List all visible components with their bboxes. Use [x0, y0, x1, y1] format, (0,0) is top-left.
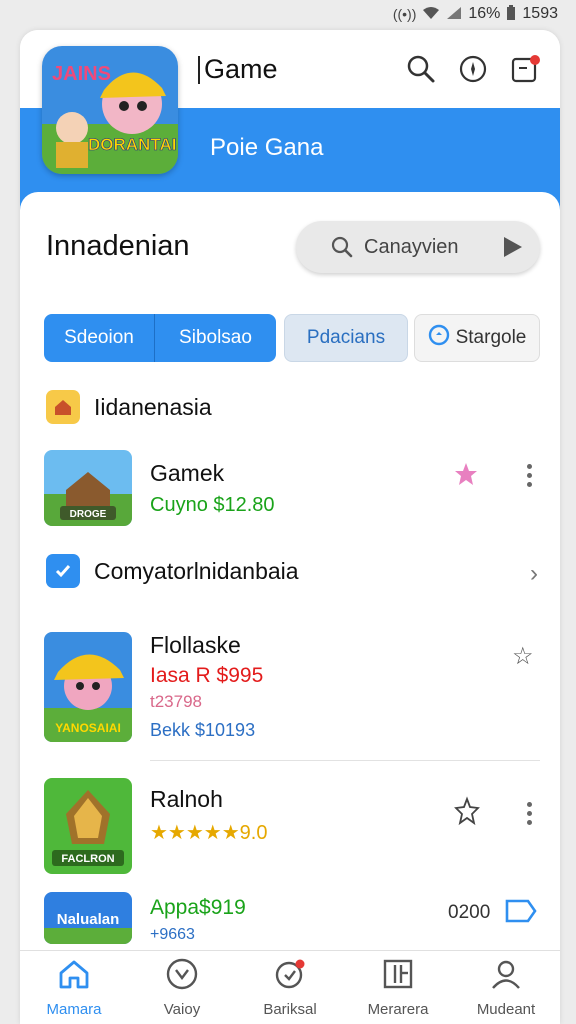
nav-item-profile[interactable]: Mudeant	[452, 951, 560, 1024]
search-label: Canayvien	[364, 235, 459, 258]
item-old-price-2: t23798	[150, 692, 202, 711]
category-label-2: Comyatorlnidanbaia	[94, 557, 299, 584]
search-button[interactable]: Canayvien	[296, 221, 540, 273]
user-icon	[489, 957, 523, 995]
pin-icon[interactable]	[452, 796, 482, 831]
search-icon	[330, 235, 354, 265]
svg-text:FACLRON: FACLRON	[61, 853, 114, 865]
battery-percent: 16%	[468, 5, 501, 22]
star-outline-icon[interactable]: ☆	[512, 642, 534, 671]
clock: 1593	[522, 5, 558, 22]
nav-label-4: Merarera	[367, 1001, 429, 1018]
tab-segment-4[interactable]: Stargole	[414, 314, 540, 362]
nav-item-home[interactable]: Mamara	[20, 951, 128, 1024]
chat-icon	[273, 957, 307, 995]
smile-icon	[165, 957, 199, 995]
item-thumbnail-2[interactable]: YANOSAIAI	[44, 632, 132, 742]
play-icon	[504, 237, 522, 257]
tab-segment-1[interactable]: Sdeoion	[44, 314, 154, 362]
item-price-1: Cuyno $12.80	[150, 494, 275, 516]
home-icon	[46, 390, 80, 424]
more-options-icon[interactable]	[524, 464, 534, 487]
item-rating-3: ★★★★★9.0	[150, 822, 268, 844]
item-name-1[interactable]: Gamek	[150, 460, 224, 487]
home-icon	[57, 957, 91, 995]
status-bar: ((•)) 16% 1593	[0, 0, 576, 28]
vibrate-icon: ((•))	[392, 6, 417, 22]
section-title: Innadenian	[46, 230, 190, 262]
grid-icon	[381, 957, 415, 995]
battery-icon	[506, 4, 516, 24]
nav-label-2: Vaioy	[163, 1001, 201, 1018]
item-sub-4: +9663	[150, 926, 195, 943]
nav-label-3: Bariksal	[263, 1001, 317, 1018]
banner-title: Poie Gana	[210, 134, 324, 161]
svg-text:YANOSAIAI: YANOSAIAI	[55, 721, 121, 735]
notification-icon[interactable]	[508, 52, 542, 86]
bottom-nav: Mamara Vaioy Bariksal Merarera Mudeant	[20, 950, 560, 1024]
svg-text:JAINS: JAINS	[52, 63, 111, 85]
item-thumbnail-3[interactable]: FACLRON	[44, 778, 132, 874]
refresh-icon	[428, 324, 450, 352]
nav-item-3[interactable]: Bariksal	[236, 951, 344, 1024]
nav-item-2[interactable]: Vaioy	[128, 951, 236, 1024]
tab-segment-2[interactable]: Sibolsao	[154, 314, 276, 362]
item-thumbnail-4[interactable]: Nalualan	[44, 892, 132, 944]
svg-text:DORANTAI: DORANTAI	[88, 135, 176, 154]
svg-text:Nalualan: Nalualan	[57, 911, 120, 928]
category-label-1: Iidanenasia	[94, 393, 212, 420]
item-sub-price-2: Bekk $10193	[150, 720, 256, 740]
svg-text:DROGE: DROGE	[70, 509, 107, 520]
nav-item-4[interactable]: Merarera	[344, 951, 452, 1024]
tab-segment-4-label: Stargole	[455, 327, 527, 348]
nav-label-1: Mamara	[46, 1001, 102, 1018]
category-header-2[interactable]: Comyatorlnidanbaia	[46, 554, 299, 588]
tab-segment-3[interactable]: Pdacians	[284, 314, 408, 362]
tag-icon[interactable]	[504, 896, 538, 931]
search-icon[interactable]	[404, 52, 438, 86]
divider	[150, 760, 540, 761]
app-logo: JAINS DORANTAI	[42, 46, 178, 174]
item-name-4[interactable]: Appa$919	[150, 896, 246, 920]
more-options-icon[interactable]	[524, 802, 534, 825]
item-name-2[interactable]: Flollaske	[150, 632, 241, 659]
wifi-icon	[422, 6, 440, 23]
compass-icon[interactable]	[456, 52, 490, 86]
item-name-3[interactable]: Ralnoh	[150, 786, 223, 813]
signal-icon	[446, 6, 462, 23]
category-header-1[interactable]: Iidanenasia	[46, 390, 212, 424]
checkbox-icon	[46, 554, 80, 588]
wishlist-icon[interactable]	[452, 460, 480, 493]
item-price-4: 0200	[448, 902, 491, 923]
chevron-right-icon[interactable]: ›	[530, 560, 538, 588]
app-card: Game Poie Gana JAINS DORANTAI Innadenian	[20, 30, 560, 1024]
item-price-2: Iasa R $995	[150, 664, 264, 687]
item-thumbnail-1[interactable]: DROGE	[44, 450, 132, 526]
page-title: Game	[198, 54, 278, 84]
nav-label-5: Mudeant	[476, 1001, 536, 1018]
